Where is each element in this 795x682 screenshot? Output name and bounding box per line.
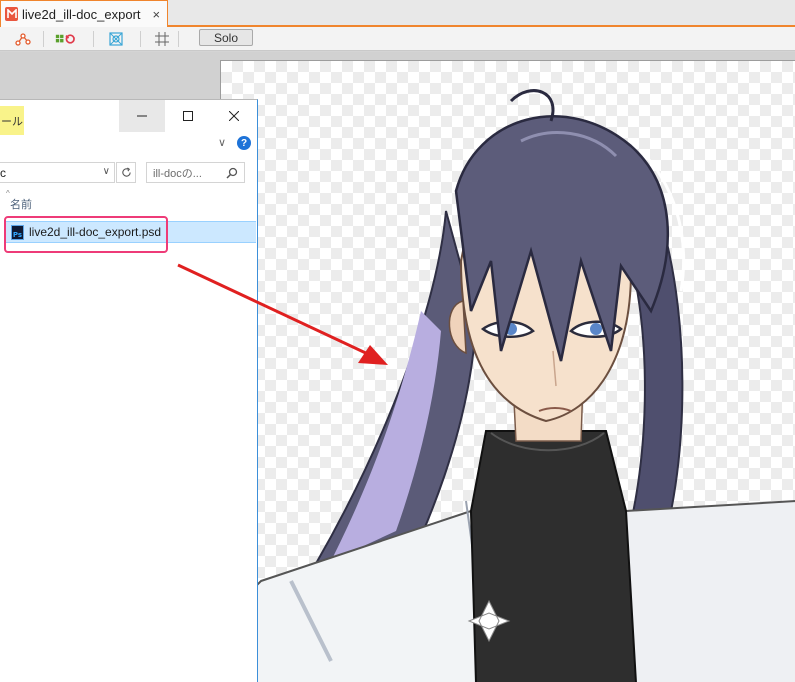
grid-icon bbox=[155, 31, 169, 46]
close-window-button[interactable] bbox=[211, 100, 257, 132]
maximize-icon bbox=[183, 111, 193, 121]
document-tab-strip: live2d_ill-doc_export × bbox=[0, 0, 795, 27]
address-bar[interactable]: c ∨ bbox=[0, 162, 115, 183]
refresh-button[interactable] bbox=[116, 162, 136, 183]
address-path: c bbox=[0, 165, 6, 180]
node-graph-button[interactable] bbox=[12, 29, 34, 48]
editor-toolbar: Solo bbox=[0, 27, 795, 51]
chevron-down-icon[interactable]: ∨ bbox=[103, 166, 110, 177]
minimize-icon bbox=[137, 115, 147, 117]
document-tab-title: live2d_ill-doc_export bbox=[22, 6, 141, 22]
target-grid-button[interactable] bbox=[105, 29, 127, 48]
close-icon bbox=[229, 111, 239, 121]
maximize-button[interactable] bbox=[165, 100, 211, 132]
search-icon bbox=[226, 167, 238, 179]
ribbon-tab-tools[interactable]: ール bbox=[0, 106, 24, 135]
grid-button[interactable] bbox=[151, 29, 173, 48]
toolbar-separator bbox=[178, 31, 179, 47]
drag-arrow-annotation bbox=[177, 263, 388, 365]
close-tab-icon[interactable]: × bbox=[153, 8, 161, 21]
target-grid-icon bbox=[109, 31, 123, 46]
search-input[interactable]: ill-docの... bbox=[146, 162, 245, 183]
search-placeholder: ill-docの... bbox=[153, 167, 202, 180]
file-explorer-window[interactable]: ール ∨ ? c ∨ ill-docの... ^ 名前 Ps live2d_il… bbox=[0, 99, 258, 682]
document-tab[interactable]: live2d_ill-doc_export × bbox=[0, 0, 168, 27]
app-logo-icon bbox=[5, 7, 18, 21]
minimize-button[interactable] bbox=[119, 100, 165, 132]
name-column-header[interactable]: 名前 bbox=[10, 196, 32, 212]
toolbar-separator bbox=[43, 31, 44, 47]
solo-button[interactable]: Solo bbox=[199, 29, 253, 46]
toolbar-separator bbox=[93, 31, 94, 47]
file-highlight-box bbox=[4, 216, 168, 253]
expand-ribbon-icon[interactable]: ∨ bbox=[218, 136, 226, 149]
toolbar-separator bbox=[140, 31, 141, 47]
node-graph-icon bbox=[15, 32, 31, 46]
refresh-icon bbox=[121, 167, 131, 177]
help-icon[interactable]: ? bbox=[237, 136, 251, 150]
visibility-toggle-button[interactable] bbox=[55, 29, 77, 48]
visibility-toggle-icon bbox=[55, 33, 75, 44]
